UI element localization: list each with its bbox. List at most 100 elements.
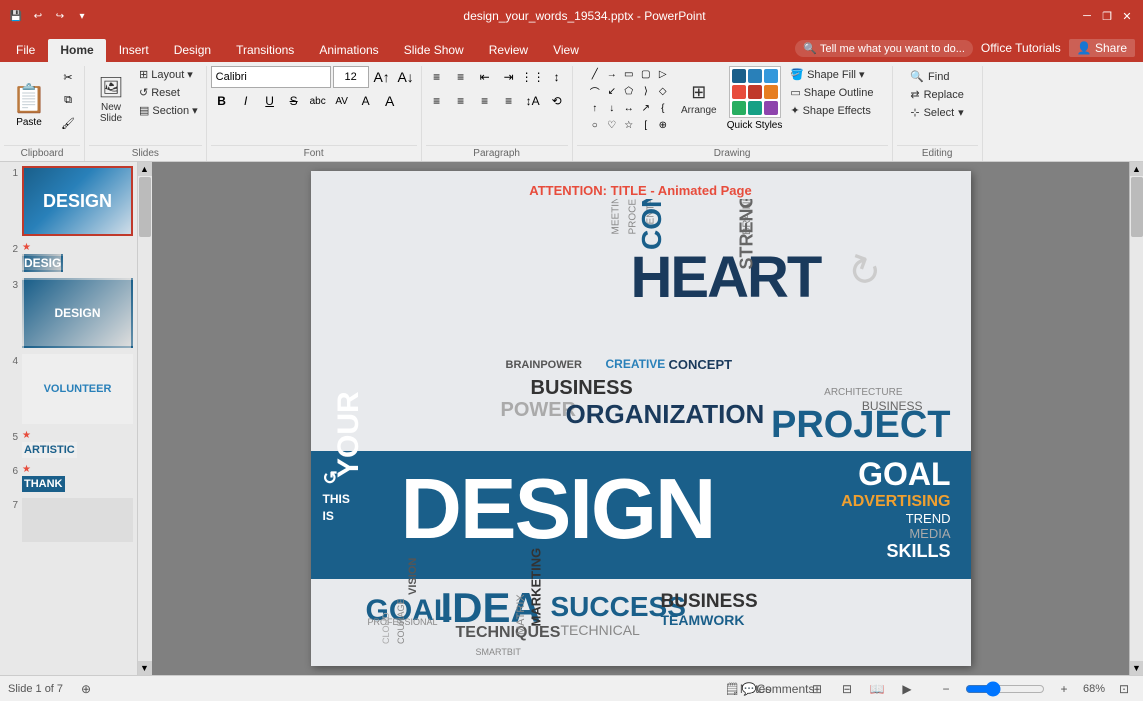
slide-thumb-2[interactable]: 2 ★ DESIG — [4, 242, 133, 272]
shape-roundrect[interactable]: ▢ — [638, 66, 654, 82]
tab-transitions[interactable]: Transitions — [224, 39, 306, 62]
restore-button[interactable]: ❐ — [1099, 8, 1115, 24]
shape-brace[interactable]: { — [655, 100, 671, 116]
save-icon[interactable]: 💾 — [8, 8, 24, 24]
slide-thumb-6[interactable]: 6 ★ THANK — [4, 464, 133, 492]
align-right-button[interactable]: ≡ — [474, 90, 496, 112]
decrease-indent-button[interactable]: ⇤ — [474, 66, 496, 88]
reading-view-button[interactable]: 📖 — [866, 678, 888, 700]
line-spacing-button[interactable]: ↕ — [546, 66, 568, 88]
cut-button[interactable]: ✂ — [56, 66, 80, 88]
zoom-slider[interactable] — [965, 681, 1045, 697]
convert-to-smartart-button[interactable]: ⟲ — [546, 90, 568, 112]
minimize-button[interactable]: ─ — [1079, 8, 1095, 24]
columns-button[interactable]: ⋮⋮ — [522, 66, 544, 88]
scroll-right-up-button[interactable]: ▲ — [1130, 162, 1143, 176]
paste-button[interactable]: 📋 Paste — [4, 66, 54, 143]
increase-size2-button[interactable]: A — [380, 90, 400, 112]
tab-slideshow[interactable]: Slide Show — [392, 39, 476, 62]
shape-chevron[interactable]: ⟩ — [638, 83, 654, 99]
arrange-button[interactable]: ⊞ Arrange — [675, 66, 723, 132]
justify-button[interactable]: ≡ — [498, 90, 520, 112]
reset-button[interactable]: ↺Reset — [135, 84, 184, 101]
text-direction-button[interactable]: ↕A — [522, 90, 544, 112]
new-slide-button[interactable]: 🖼 New Slide — [89, 66, 133, 132]
select-button[interactable]: ⊹Select▾ — [904, 104, 970, 121]
zoom-in-button[interactable]: + — [1053, 678, 1075, 700]
shape-line[interactable]: ╱ — [587, 66, 603, 82]
shape-more[interactable]: ▷ — [655, 66, 671, 82]
align-left-button[interactable]: ≡ — [426, 90, 448, 112]
copy-button[interactable]: ⧉ — [56, 89, 80, 111]
main-slide-area[interactable]: ▲ ▼ ATTENTION: TITLE - Animated Page MEE… — [138, 162, 1143, 675]
customize-qat-icon[interactable]: ▾ — [74, 8, 90, 24]
replace-button[interactable]: ⇄Replace — [904, 86, 970, 103]
shape-misc[interactable]: ⊕ — [655, 117, 671, 133]
slide-thumb-7[interactable]: 7 — [4, 498, 133, 542]
accessibility-button[interactable]: ⊕ — [75, 678, 97, 700]
redo-icon[interactable]: ↪ — [52, 8, 68, 24]
shape-diamond[interactable]: ◇ — [655, 83, 671, 99]
shape-left-right[interactable]: ↔ — [621, 100, 637, 116]
close-button[interactable]: ✕ — [1119, 8, 1135, 24]
scroll-down-button[interactable]: ▼ — [138, 661, 152, 675]
slide-sorter-button[interactable]: ⊟ — [836, 678, 858, 700]
scroll-up-button[interactable]: ▲ — [138, 162, 152, 176]
shape-down-arrow[interactable]: ↓ — [604, 100, 620, 116]
section-button[interactable]: ▤Section▾ — [135, 102, 202, 119]
undo-icon[interactable]: ↩ — [30, 8, 46, 24]
zoom-out-button[interactable]: − — [935, 678, 957, 700]
font-size-input[interactable] — [333, 66, 369, 88]
tab-home[interactable]: Home — [48, 39, 105, 62]
slide-thumb-3[interactable]: 3 DESIGN — [4, 278, 133, 348]
shape-oval[interactable]: ○ — [587, 117, 603, 133]
decrease-font-button[interactable]: A↓ — [395, 66, 417, 88]
tell-me-input[interactable]: 🔍 Tell me what you want to do... — [795, 40, 972, 57]
char-spacing-button[interactable]: AV — [331, 90, 353, 112]
tab-file[interactable]: File — [4, 39, 47, 62]
shape-curved-arrow[interactable]: ↗ — [638, 100, 654, 116]
increase-indent-button[interactable]: ⇥ — [498, 66, 520, 88]
shape-bend[interactable]: ↙ — [604, 83, 620, 99]
tab-design[interactable]: Design — [162, 39, 223, 62]
scroll-right-down-button[interactable]: ▼ — [1130, 661, 1143, 675]
normal-view-button[interactable]: ⊞ — [806, 678, 828, 700]
shape-curve[interactable]: ⌒ — [587, 83, 603, 99]
shape-effects-button[interactable]: ✦Shape Effects — [786, 102, 877, 119]
underline-button[interactable]: U — [259, 90, 281, 112]
shape-bracket[interactable]: [ — [638, 117, 654, 133]
tab-view[interactable]: View — [541, 39, 591, 62]
bold-button[interactable]: B — [211, 90, 233, 112]
font-color-button[interactable]: A — [355, 90, 377, 112]
layout-button[interactable]: ⊞Layout▾ — [135, 66, 197, 83]
shape-outline-button[interactable]: ▭Shape Outline — [786, 84, 877, 101]
align-center-button[interactable]: ≡ — [450, 90, 472, 112]
tab-insert[interactable]: Insert — [107, 39, 161, 62]
shape-rect[interactable]: ▭ — [621, 66, 637, 82]
shape-heart[interactable]: ♡ — [604, 117, 620, 133]
scroll-right-thumb[interactable] — [1131, 177, 1143, 237]
italic-button[interactable]: I — [235, 90, 257, 112]
comments-button[interactable]: 💬 Comments — [767, 678, 789, 700]
slideshow-button[interactable]: ▶ — [896, 678, 918, 700]
scroll-track-right[interactable]: ▲ ▼ — [1129, 162, 1143, 675]
font-name-input[interactable] — [211, 66, 331, 88]
share-button[interactable]: 👤 Share — [1069, 39, 1135, 57]
increase-font-button[interactable]: A↑ — [371, 66, 393, 88]
slide-thumb-5[interactable]: 5 ★ ARTISTIC — [4, 430, 133, 458]
strikethrough-button[interactable]: S — [283, 90, 305, 112]
shape-star[interactable]: ☆ — [621, 117, 637, 133]
fit-slide-button[interactable]: ⊡ — [1113, 678, 1135, 700]
shape-pentagon[interactable]: ⬠ — [621, 83, 637, 99]
shape-up-arrow[interactable]: ↑ — [587, 100, 603, 116]
slide-thumb-4[interactable]: 4 VOLUNTEER — [4, 354, 133, 424]
find-button[interactable]: 🔍Find — [904, 68, 970, 85]
slide-canvas[interactable]: ATTENTION: TITLE - Animated Page MEETING… — [311, 171, 971, 666]
quick-styles-button[interactable]: Quick Styles — [727, 66, 783, 131]
format-painter-button[interactable]: 🖌 — [56, 112, 80, 134]
shape-fill-button[interactable]: 🪣Shape Fill▾ — [786, 66, 877, 83]
slide-panel[interactable]: 1 DESIGN 2 ★ DESIG 3 DESIGN 4 VOLUNTEER — [0, 162, 138, 675]
office-tutorials-link[interactable]: Office Tutorials — [981, 41, 1061, 55]
bullets-button[interactable]: ≡ — [426, 66, 448, 88]
slide-thumb-1[interactable]: 1 DESIGN — [4, 166, 133, 236]
